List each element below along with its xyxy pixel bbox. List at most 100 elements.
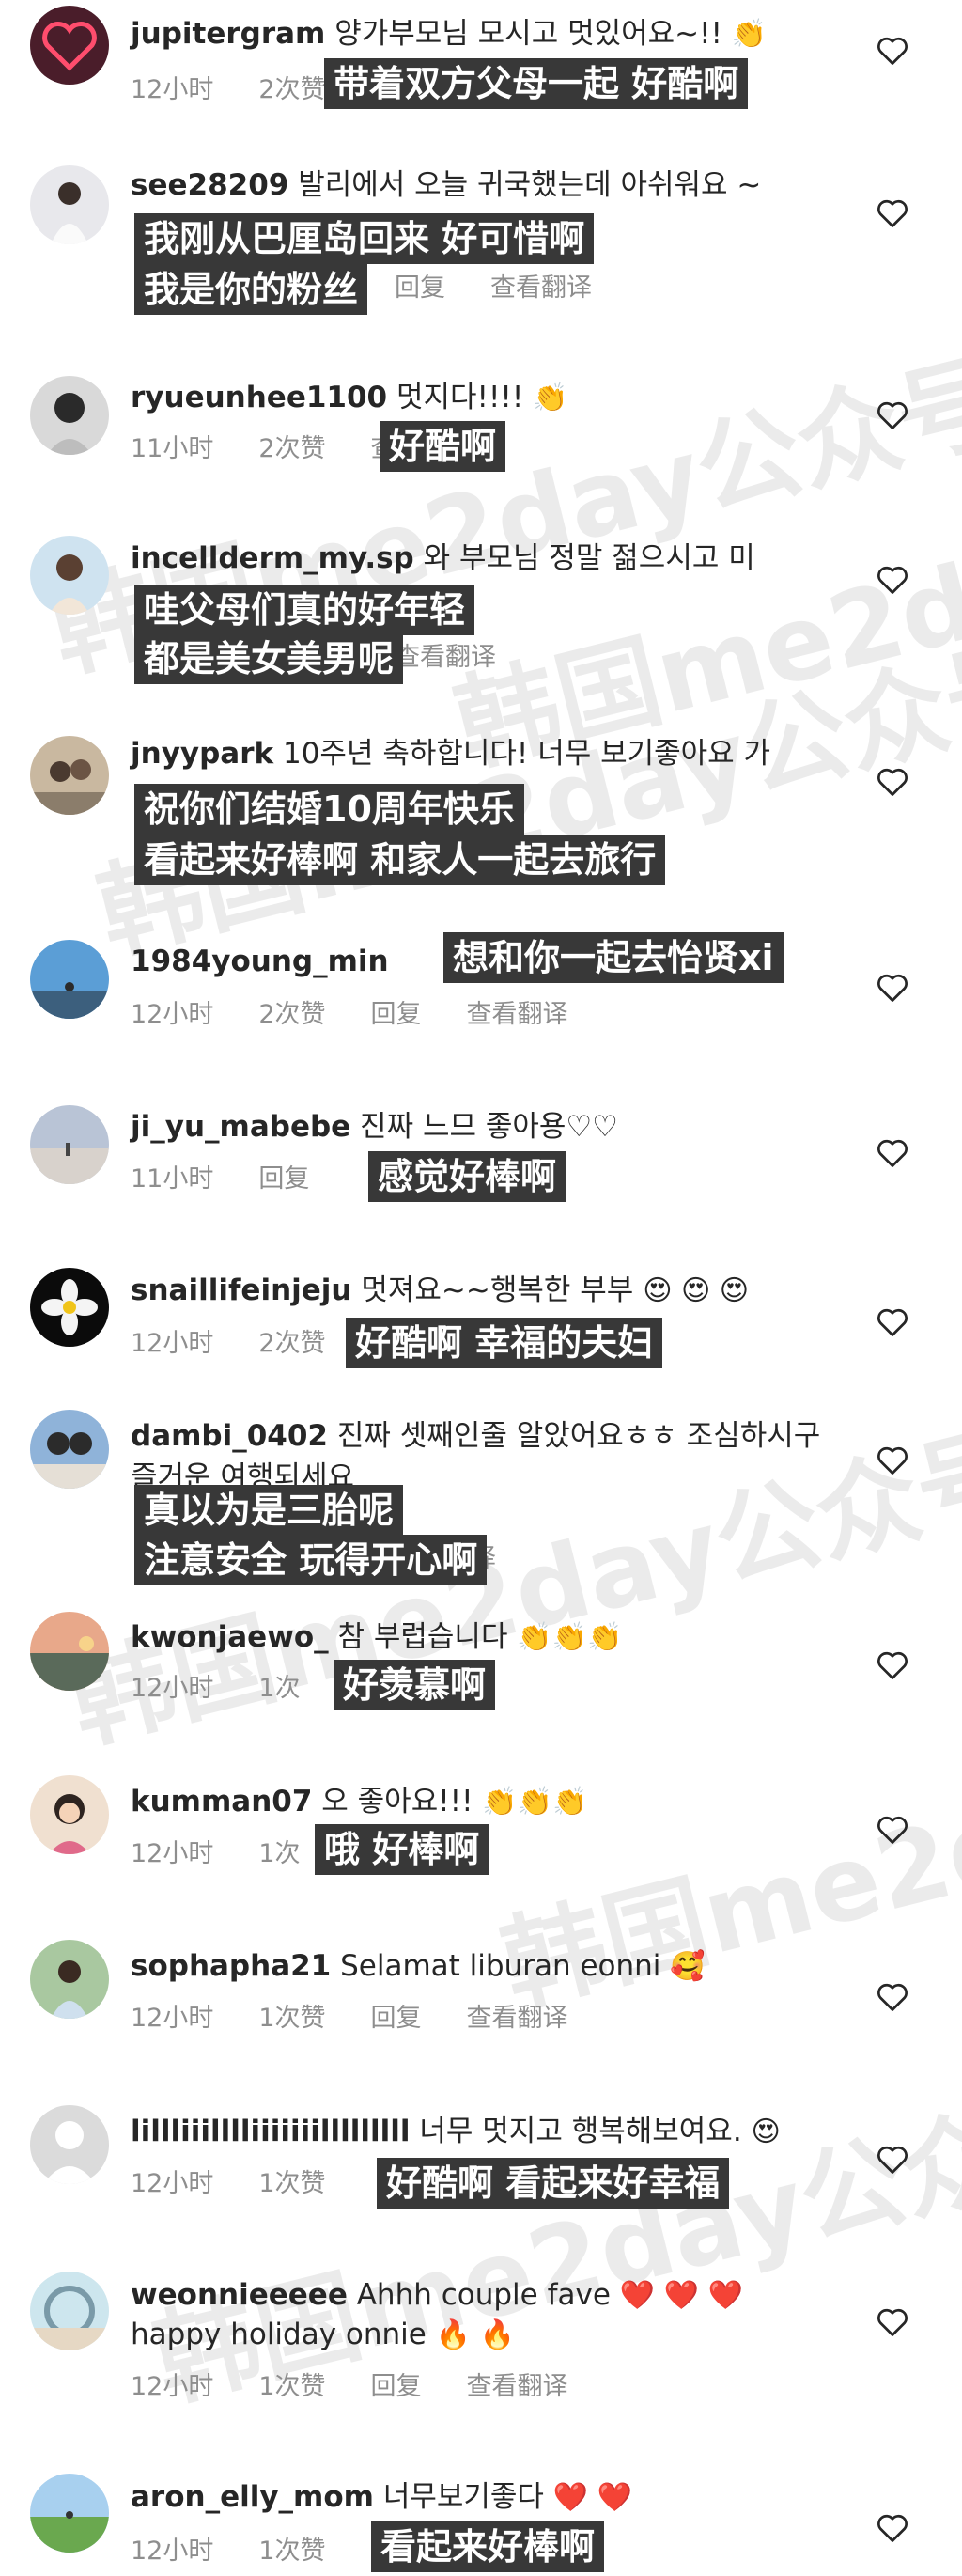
like-count[interactable]: 2次赞 <box>258 434 325 463</box>
see-translation-link[interactable]: 查看翻译 <box>467 2004 568 2033</box>
like-heart-icon[interactable] <box>876 2512 909 2544</box>
comment-meta: 11小时 回复 <box>131 1161 354 1198</box>
reply-button[interactable]: 回复 <box>258 1164 309 1194</box>
translation-subtitle: 都是美女美男呢 <box>134 633 404 684</box>
comment-username[interactable]: ji_yu_mabebe <box>131 1110 350 1144</box>
comment-text: kwonjaewo_ 참 부럽습니다 👏👏👏 <box>131 1616 845 1659</box>
like-heart-icon[interactable] <box>876 1814 909 1846</box>
comment-emoji: 👏 <box>731 18 768 51</box>
translation-subtitle: 看起来好棒啊 和家人一起去旅行 <box>134 835 666 885</box>
comment-emoji: 😍 😍 😍 <box>643 1274 750 1307</box>
like-heart-icon[interactable] <box>876 399 909 431</box>
comment-emoji: 👏 <box>533 382 568 414</box>
comment-text: sophapha21 Selamat liburan eonni 🥰 <box>131 1945 845 1988</box>
like-count[interactable]: 1次赞 <box>258 2537 325 2566</box>
see-translation-link[interactable]: 查看翻译 <box>467 2372 568 2401</box>
like-count[interactable]: 1次 <box>258 1674 300 1703</box>
comment-username[interactable]: incellderm_my.sp <box>131 541 414 575</box>
avatar[interactable] <box>30 736 109 815</box>
comment-time: 12小时 <box>131 75 214 104</box>
comment-text: lillliiilllliiiiiiilllllllll 너무 멋지고 행복해보… <box>131 2111 845 2153</box>
reply-button[interactable]: 回复 <box>371 2004 422 2033</box>
comment-body: 오 좋아요!!! <box>321 1785 473 1819</box>
comment-username[interactable]: jnyypark <box>131 737 273 771</box>
comment-emoji: ❤️ ❤️ <box>552 2481 633 2514</box>
comment-username[interactable]: weonnieeeee <box>131 2278 348 2312</box>
avatar[interactable] <box>30 1940 109 2019</box>
comment-username[interactable]: sophapha21 <box>131 1949 331 1983</box>
like-heart-icon[interactable] <box>876 1981 909 2013</box>
comment-username[interactable]: jupitergram <box>131 17 325 51</box>
see-translation-link[interactable]: 查看翻译 <box>467 1000 568 1029</box>
avatar[interactable] <box>30 940 109 1019</box>
avatar[interactable] <box>30 1105 109 1184</box>
avatar[interactable] <box>30 2272 109 2350</box>
comment-body: 10주년 축하합니다! 너무 보기좋아요 가 <box>282 737 771 771</box>
translation-subtitle: 好酷啊 看起来好幸福 <box>377 2158 730 2209</box>
comment-username[interactable]: ryueunhee1100 <box>131 381 387 414</box>
translation-subtitle: 看起来好棒啊 <box>371 2521 605 2572</box>
comment-text: aron_elly_mom 너무보기좋다 ❤️ ❤️ <box>131 2476 845 2519</box>
like-heart-icon[interactable] <box>876 972 909 1004</box>
comment-emoji: 😍 <box>751 2115 781 2148</box>
comment-username[interactable]: see28209 <box>131 168 288 202</box>
comment-username[interactable]: lillliiilllliiiiiiilllllllll <box>131 2115 411 2148</box>
reply-button[interactable]: 回复 <box>371 2372 422 2401</box>
like-count[interactable]: 1次赞 <box>258 2372 325 2401</box>
comment-time: 12小时 <box>131 2537 214 2566</box>
reply-button[interactable]: 回复 <box>395 273 445 303</box>
avatar[interactable] <box>30 1612 109 1691</box>
translation-subtitle: 我是你的粉丝 <box>134 264 368 315</box>
translation-subtitle: 带着双方父母一起 好酷啊 <box>324 58 749 109</box>
translation-subtitle: 哇父母们真的好年轻 <box>134 585 475 635</box>
comment-username[interactable]: aron_elly_mom <box>131 2480 374 2514</box>
like-heart-icon[interactable] <box>876 197 909 229</box>
see-translation-link[interactable]: 查看翻译 <box>490 273 592 303</box>
avatar[interactable] <box>30 2105 109 2184</box>
avatar[interactable] <box>30 1410 109 1489</box>
avatar[interactable] <box>30 2474 109 2553</box>
like-heart-icon[interactable] <box>876 1306 909 1338</box>
comment-text: snaillifeinjeju 멋져요~~행복한 부부 😍 😍 😍 <box>131 1270 845 1312</box>
like-heart-icon[interactable] <box>876 2144 909 2176</box>
comment-text: weonnieeeee Ahhh couple fave ❤️ ❤️ ❤️ <box>131 2274 845 2317</box>
like-heart-icon[interactable] <box>876 564 909 596</box>
avatar[interactable] <box>30 165 109 244</box>
comment-text: jnyypark 10주년 축하합니다! 너무 보기좋아요 가 <box>131 733 845 774</box>
like-heart-icon[interactable] <box>876 1137 909 1169</box>
like-count[interactable]: 2次赞 <box>258 1000 325 1029</box>
like-heart-icon[interactable] <box>876 1649 909 1681</box>
comment-username[interactable]: snaillifeinjeju <box>131 1273 352 1307</box>
like-count[interactable]: 2次赞 <box>258 75 325 104</box>
comment-text: kumman07 오 좋아요!!! 👏👏👏 <box>131 1781 845 1823</box>
comment-body: 참 부럽습니다 <box>337 1620 508 1654</box>
reply-button[interactable]: 回复 <box>371 1000 422 1029</box>
comment-body: 양가부모님 모시고 멋있어요~!! <box>334 17 722 51</box>
like-heart-icon[interactable] <box>876 35 909 67</box>
comment-body: 멋져요~~행복한 부부 <box>361 1273 634 1307</box>
like-count[interactable]: 2次赞 <box>258 1329 325 1358</box>
comment-username[interactable]: kwonjaewo_ <box>131 1620 329 1654</box>
comment-time: 12小时 <box>131 2372 214 2401</box>
like-heart-icon[interactable] <box>876 1444 909 1476</box>
avatar[interactable] <box>30 6 109 85</box>
comment-username[interactable]: 1984young_min <box>131 945 389 978</box>
avatar[interactable] <box>30 1268 109 1347</box>
comment-username[interactable]: dambi_0402 <box>131 1419 328 1453</box>
avatar[interactable] <box>30 376 109 455</box>
comment-body: 멋지다!!!! <box>396 381 524 414</box>
comment-text: ryueunhee1100 멋지다!!!! 👏 <box>131 377 845 419</box>
like-count[interactable]: 1次 <box>258 1839 300 1868</box>
avatar[interactable] <box>30 1775 109 1854</box>
like-heart-icon[interactable] <box>876 766 909 798</box>
like-heart-icon[interactable] <box>876 2306 909 2338</box>
like-count[interactable]: 1次赞 <box>258 2169 325 2198</box>
avatar[interactable] <box>30 536 109 615</box>
see-translation-link[interactable]: 查看翻译 <box>395 643 496 672</box>
comment-username[interactable]: kumman07 <box>131 1785 312 1819</box>
comment-time: 12小时 <box>131 1674 214 1703</box>
comments-list: jupitergram 양가부모님 모시고 멋있어요~!! 👏 12小时 2次赞 带着… <box>0 0 962 2576</box>
comment-meta: 回复 查看翻译 <box>395 270 637 307</box>
like-count[interactable]: 1次赞 <box>258 2004 325 2033</box>
comment-time: 12小时 <box>131 1839 214 1868</box>
